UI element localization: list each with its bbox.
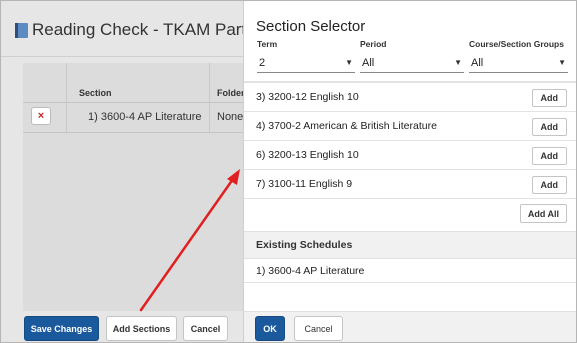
- list-item: 6) 3200-13 English 10 Add: [244, 141, 576, 170]
- add-sections-button[interactable]: Add Sections: [106, 316, 177, 341]
- period-label: Period: [360, 39, 387, 49]
- section-name: 3) 3200-12 English 10: [256, 91, 359, 103]
- term-select[interactable]: 2 ▼: [257, 53, 355, 73]
- add-all-button[interactable]: Add All: [519, 204, 567, 223]
- panel-cancel-button[interactable]: Cancel: [294, 316, 343, 341]
- section-name: 4) 3700-2 American & British Literature: [256, 120, 437, 132]
- title-divider: [1, 56, 243, 57]
- add-section-button[interactable]: Add: [531, 118, 567, 136]
- term-label: Term: [257, 39, 278, 49]
- list-item: 3) 3200-12 English 10 Add: [244, 83, 576, 112]
- caret-down-icon: ▼: [454, 58, 462, 67]
- course-section-groups-select[interactable]: All ▼: [469, 53, 568, 73]
- existing-schedules-header: Existing Schedules: [244, 231, 576, 259]
- panel-title: Section Selector: [256, 18, 366, 35]
- add-section-button[interactable]: Add: [531, 176, 567, 194]
- section-name: 7) 3100-11 English 9: [256, 178, 353, 190]
- caret-down-icon: ▼: [558, 58, 566, 67]
- screenshot-frame: Reading Check - TKAM Part 2 Co Section F…: [0, 0, 577, 343]
- term-select-value: 2: [259, 56, 266, 69]
- add-section-button[interactable]: Add: [531, 89, 567, 107]
- column-header-section: Section: [79, 88, 112, 98]
- add-all-row: Add All: [244, 199, 576, 229]
- row-folder-value: None: [217, 111, 244, 123]
- section-selector-panel: Section Selector Term Period Course/Sect…: [243, 1, 576, 342]
- ok-button[interactable]: OK: [255, 316, 285, 341]
- add-section-button[interactable]: Add: [531, 147, 567, 165]
- existing-schedule-item: 1) 3600-4 AP Literature: [244, 259, 576, 283]
- cancel-button[interactable]: Cancel: [183, 316, 228, 341]
- save-changes-button[interactable]: Save Changes: [24, 316, 99, 341]
- column-header-folder: Folder: [217, 88, 245, 98]
- remove-section-button[interactable]: ×: [31, 107, 51, 125]
- period-select[interactable]: All ▼: [360, 53, 464, 73]
- period-select-value: All: [362, 56, 375, 69]
- list-item: 7) 3100-11 English 9 Add: [244, 170, 576, 199]
- list-item: 4) 3700-2 American & British Literature …: [244, 112, 576, 141]
- row-section-name: 1) 3600-4 AP Literature: [88, 111, 202, 123]
- sections-table-header: [23, 63, 243, 103]
- course-section-groups-label: Course/Section Groups: [469, 39, 564, 49]
- caret-down-icon: ▼: [345, 58, 353, 67]
- course-section-groups-value: All: [471, 56, 484, 69]
- available-sections-list: 3) 3200-12 English 10 Add 4) 3700-2 Amer…: [244, 83, 576, 229]
- section-name: 6) 3200-13 English 10: [256, 149, 359, 161]
- book-icon: [15, 22, 28, 38]
